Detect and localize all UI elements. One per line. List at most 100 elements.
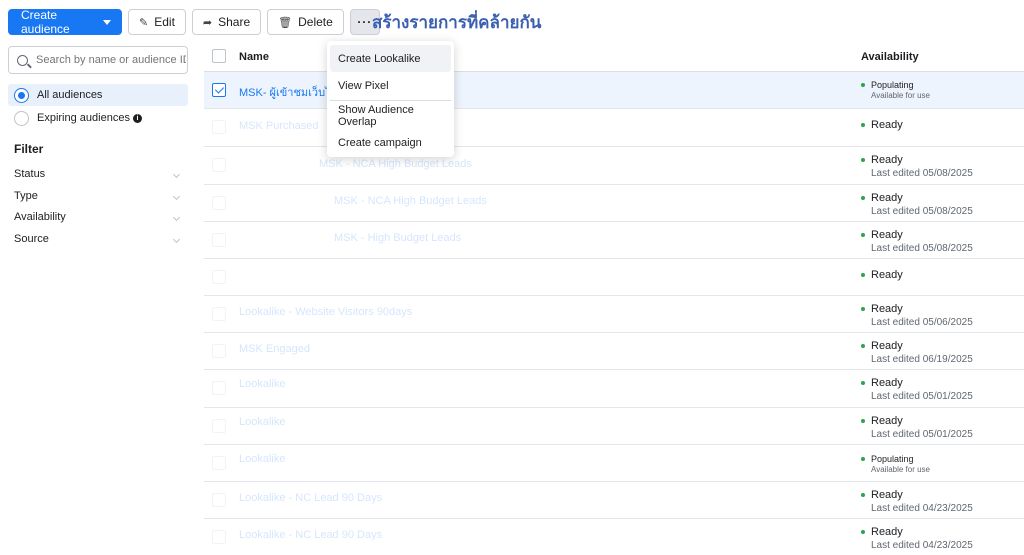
view-label: All audiences: [37, 89, 103, 101]
availability-cell: Ready Last edited 05/01/2025: [861, 377, 973, 402]
edit-button[interactable]: ✎ Edit: [128, 9, 186, 35]
row-checkbox[interactable]: [212, 270, 226, 284]
audience-name-link[interactable]: Lookalike - NC Lead 90 Days: [239, 529, 382, 541]
table-row[interactable]: Lookalike - NC Lead 90 Days Ready Last e…: [204, 482, 1024, 519]
share-button[interactable]: ➦ Share: [191, 9, 262, 35]
audience-name-link[interactable]: MSK - NCA High Budget Leads: [319, 158, 472, 170]
table-row[interactable]: Ready: [204, 259, 1024, 296]
status-text: Ready: [871, 192, 903, 204]
status-dot-icon: [861, 158, 865, 162]
status-text: Populating: [871, 80, 914, 90]
audience-search-input[interactable]: [36, 54, 186, 66]
column-header-name[interactable]: Name: [239, 51, 269, 63]
row-checkbox[interactable]: [212, 456, 226, 470]
menu-divider: [330, 100, 451, 101]
status-text: Ready: [871, 269, 903, 281]
status-text: Ready: [871, 489, 903, 501]
info-icon[interactable]: i: [132, 113, 142, 123]
availability-cell: Ready Last edited 05/08/2025: [861, 192, 973, 217]
edit-label: Edit: [154, 15, 175, 29]
status-dot-icon: [861, 83, 865, 87]
audience-name-link[interactable]: Lookalike: [239, 378, 285, 390]
status-text: Ready: [871, 154, 903, 166]
search-icon: [17, 54, 28, 66]
availability-cell: Ready Last edited 06/19/2025: [861, 340, 973, 365]
row-checkbox[interactable]: [212, 158, 226, 172]
status-text: Ready: [871, 119, 903, 131]
row-checkbox[interactable]: [212, 381, 226, 395]
table-row[interactable]: MSK - NCA High Budget Leads Ready Last e…: [204, 185, 1024, 222]
menu-item-show-audience-overlap[interactable]: Show Audience Overlap: [330, 102, 451, 129]
audience-name-link[interactable]: MSK - High Budget Leads: [334, 232, 461, 244]
audience-name-link[interactable]: Lookalike - Website Visitors 90days: [239, 306, 412, 318]
chevron-down-icon: [172, 170, 181, 178]
chevron-down-icon: [172, 192, 181, 200]
more-dots-icon: ···: [357, 15, 373, 29]
trash-icon: 🗑: [278, 16, 293, 29]
radio-empty-icon: [14, 110, 29, 126]
availability-cell: Ready Last edited 04/23/2025: [861, 489, 973, 514]
audience-search-box[interactable]: [8, 46, 188, 74]
table-row[interactable]: Lookalike - Website Visitors 90days Read…: [204, 296, 1024, 333]
row-checkbox[interactable]: [212, 196, 226, 210]
create-audience-label: Create audience: [21, 8, 70, 36]
row-checkbox[interactable]: [212, 307, 226, 321]
create-audience-button[interactable]: Create audience: [8, 8, 122, 36]
status-text: Populating: [871, 454, 914, 464]
status-text: Ready: [871, 415, 903, 427]
availability-cell: Ready: [861, 119, 903, 131]
table-row[interactable]: Lookalike - NC Lead 90 Days Ready Last e…: [204, 519, 1024, 555]
audience-name-link[interactable]: MSK - NCA High Budget Leads: [334, 195, 487, 207]
row-checkbox[interactable]: [212, 344, 226, 358]
availability-cell: Populating Available for use: [861, 454, 930, 474]
column-header-availability[interactable]: Availability: [861, 51, 919, 63]
status-dot-icon: [861, 381, 865, 385]
row-checkbox[interactable]: [212, 83, 226, 97]
status-subtext: Last edited 04/23/2025: [871, 540, 973, 551]
status-subtext: Last edited 05/08/2025: [871, 243, 973, 254]
status-subtext: Last edited 06/19/2025: [871, 354, 973, 365]
audience-name-link[interactable]: Lookalike: [239, 453, 285, 465]
table-row[interactable]: MSK Engaged Ready Last edited 06/19/2025: [204, 333, 1024, 370]
select-all-checkbox[interactable]: [212, 49, 226, 63]
status-dot-icon: [861, 344, 865, 348]
table-row[interactable]: Lookalike Ready Last edited 05/01/2025: [204, 370, 1024, 408]
filter-type[interactable]: Type: [14, 190, 182, 202]
status-subtext: Last edited 05/08/2025: [871, 206, 973, 217]
audience-name-link[interactable]: Lookalike - NC Lead 90 Days: [239, 492, 382, 504]
status-dot-icon: [861, 196, 865, 200]
filter-source[interactable]: Source: [14, 233, 182, 245]
filter-availability[interactable]: Availability: [14, 211, 182, 223]
audience-name-link[interactable]: Lookalike: [239, 416, 285, 428]
table-row[interactable]: MSK - High Budget Leads Ready Last edite…: [204, 222, 1024, 259]
menu-item-view-pixel[interactable]: View Pixel: [330, 72, 451, 99]
menu-item-create-lookalike[interactable]: Create Lookalike: [330, 45, 451, 72]
table-row[interactable]: Lookalike Ready Last edited 05/01/2025: [204, 408, 1024, 445]
status-subtext: Available for use: [871, 465, 930, 474]
availability-cell: Ready Last edited 04/23/2025: [861, 526, 973, 551]
row-checkbox[interactable]: [212, 493, 226, 507]
table-row[interactable]: Lookalike Populating Available for use: [204, 445, 1024, 482]
toolbar: Create audience ✎ Edit ➦ Share 🗑 Delete …: [8, 8, 386, 36]
row-checkbox[interactable]: [212, 233, 226, 247]
row-checkbox[interactable]: [212, 120, 226, 134]
status-subtext: Last edited 05/01/2025: [871, 391, 973, 402]
row-checkbox[interactable]: [212, 419, 226, 433]
status-subtext: Last edited 05/06/2025: [871, 317, 973, 328]
availability-cell: Ready Last edited 05/08/2025: [861, 229, 973, 254]
view-expiring-audiences[interactable]: Expiring audiences i: [8, 107, 188, 129]
view-label: Expiring audiences: [37, 112, 130, 124]
delete-button[interactable]: 🗑 Delete: [267, 9, 344, 35]
filter-status[interactable]: Status: [14, 168, 182, 180]
status-text: Ready: [871, 526, 903, 538]
share-label: Share: [218, 15, 251, 29]
more-actions-menu: Create Lookalike View Pixel Show Audienc…: [327, 41, 454, 157]
view-all-audiences[interactable]: All audiences: [8, 84, 188, 106]
status-dot-icon: [861, 493, 865, 497]
audience-name-link[interactable]: MSK Engaged: [239, 343, 310, 355]
audience-name-link[interactable]: MSK Purchased: [239, 120, 318, 132]
filter-title: Filter: [14, 142, 44, 156]
menu-item-create-campaign[interactable]: Create campaign: [330, 129, 451, 156]
status-dot-icon: [861, 530, 865, 534]
row-checkbox[interactable]: [212, 530, 226, 544]
